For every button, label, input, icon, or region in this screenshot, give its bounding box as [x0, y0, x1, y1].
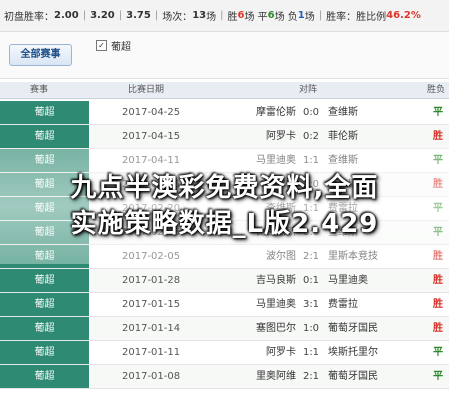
header-vs: 对阵	[299, 85, 318, 95]
lose-count: 1	[297, 10, 305, 21]
checkbox-checked-icon[interactable]: ✓	[96, 40, 107, 51]
score-cell[interactable]: 2:1	[300, 365, 322, 388]
table-header: 赛事 比赛日期 对阵 胜负	[0, 82, 449, 99]
date-cell: 2017-01-28	[122, 275, 181, 286]
home-team[interactable]: 阿罗卡	[266, 341, 296, 364]
lose-unit: 场	[304, 12, 315, 23]
score-cell[interactable]: 1:0	[300, 317, 322, 340]
league-cell[interactable]: 葡超	[0, 317, 89, 340]
overlay-line-1: 九点半澳彩免费资料,全面	[70, 173, 379, 203]
league-cell[interactable]: 葡超	[0, 341, 89, 364]
result-cell: 平	[433, 371, 443, 382]
result-cell: 胜	[433, 275, 443, 286]
odds-draw: 3.20	[90, 10, 115, 21]
home-team[interactable]: 摩雷伦斯	[256, 101, 296, 124]
odds-away: 3.75	[126, 10, 151, 21]
home-team[interactable]: 阿罗卡	[266, 125, 296, 148]
draw-count: 6	[267, 10, 275, 21]
home-team[interactable]: 塞图巴尔	[256, 317, 296, 340]
score-cell[interactable]: 0:0	[300, 101, 322, 124]
league-checkbox-label: 葡超	[111, 42, 131, 53]
date-cell: 2017-04-25	[122, 107, 181, 118]
matches-label: 场次：	[162, 12, 193, 23]
matches-count: 13	[192, 10, 207, 21]
league-checkbox[interactable]: ✓ 葡超	[96, 38, 131, 53]
table-row[interactable]: 葡超 2017-01-28 吉马良斯 0:1 马里迪奥 胜	[0, 269, 449, 293]
matches-unit: 场	[206, 12, 217, 23]
away-team[interactable]: 费雷拉	[328, 293, 358, 316]
rate-sub: 胜比例	[356, 12, 387, 23]
date-cell: 2017-01-15	[122, 299, 181, 310]
init-odds-label: 初盘胜率：	[4, 12, 54, 23]
date-cell: 2017-04-15	[122, 131, 181, 142]
result-cell: 胜	[433, 299, 443, 310]
win-unit: 场	[244, 12, 255, 23]
home-team[interactable]: 吉马良斯	[256, 269, 296, 292]
date-cell: 2017-01-14	[122, 323, 181, 334]
lose-label: 负	[287, 12, 298, 23]
date-cell: 2017-01-11	[122, 347, 181, 358]
watermark-overlay: 九点半澳彩免费资料,全面 实施策略数据_L版2.429	[0, 148, 449, 264]
home-team[interactable]: 马里迪奥	[256, 293, 296, 316]
overlay-line-2: 实施策略数据_L版2.429	[70, 209, 379, 239]
header-league: 赛事	[30, 85, 49, 95]
result-cell: 平	[433, 347, 443, 358]
league-cell[interactable]: 葡超	[0, 293, 89, 316]
date-cell: 2017-01-08	[122, 371, 181, 382]
league-cell[interactable]: 葡超	[0, 101, 89, 124]
home-team[interactable]: 里奥阿维	[256, 365, 296, 388]
score-cell[interactable]: 0:2	[300, 125, 322, 148]
draw-unit: 场	[274, 12, 285, 23]
result-cell: 胜	[433, 131, 443, 142]
away-team[interactable]: 葡萄牙国民	[328, 317, 378, 340]
league-cell[interactable]: 葡超	[0, 125, 89, 148]
table-row[interactable]: 葡超 2017-04-25 摩雷伦斯 0:0 查维斯 平	[0, 101, 449, 125]
rate-label: 胜率：	[326, 12, 357, 23]
all-events-button[interactable]: 全部赛事	[9, 44, 72, 66]
table-row[interactable]: 葡超 2017-01-15 马里迪奥 3:1 费雷拉 胜	[0, 293, 449, 317]
win-label: 胜	[227, 12, 238, 23]
away-team[interactable]: 马里迪奥	[328, 269, 368, 292]
header-result: 胜负	[427, 85, 446, 95]
odds-home: 2.00	[54, 10, 79, 21]
league-cell[interactable]: 葡超	[0, 365, 89, 388]
away-team[interactable]: 埃斯托里尔	[328, 341, 378, 364]
away-team[interactable]: 葡萄牙国民	[328, 365, 378, 388]
win-count: 6	[237, 10, 245, 21]
stats-bar: 初盘胜率： 2.00 | 3.20 | 3.75 | 场次： 13 场 | 胜 6 场 …	[0, 0, 449, 32]
away-team[interactable]: 查维斯	[328, 101, 358, 124]
score-cell[interactable]: 1:1	[300, 341, 322, 364]
away-team[interactable]: 菲伦斯	[328, 125, 358, 148]
result-cell: 平	[433, 107, 443, 118]
table-row[interactable]: 葡超 2017-01-14 塞图巴尔 1:0 葡萄牙国民 胜	[0, 317, 449, 341]
table-row[interactable]: 葡超 2017-04-15 阿罗卡 0:2 菲伦斯 胜	[0, 125, 449, 149]
header-date: 比赛日期	[128, 85, 165, 95]
table-row[interactable]: 葡超 2017-01-11 阿罗卡 1:1 埃斯托里尔 平	[0, 341, 449, 365]
draw-label: 平	[257, 12, 268, 23]
score-cell[interactable]: 3:1	[300, 293, 322, 316]
score-cell[interactable]: 0:1	[300, 269, 322, 292]
filter-bar: 全部赛事 ✓ 葡超	[0, 32, 449, 79]
table-row[interactable]: 葡超 2017-01-08 里奥阿维 2:1 葡萄牙国民 平	[0, 365, 449, 389]
league-cell[interactable]: 葡超	[0, 269, 89, 292]
win-rate: 46.2%	[386, 10, 421, 21]
result-cell: 胜	[433, 323, 443, 334]
